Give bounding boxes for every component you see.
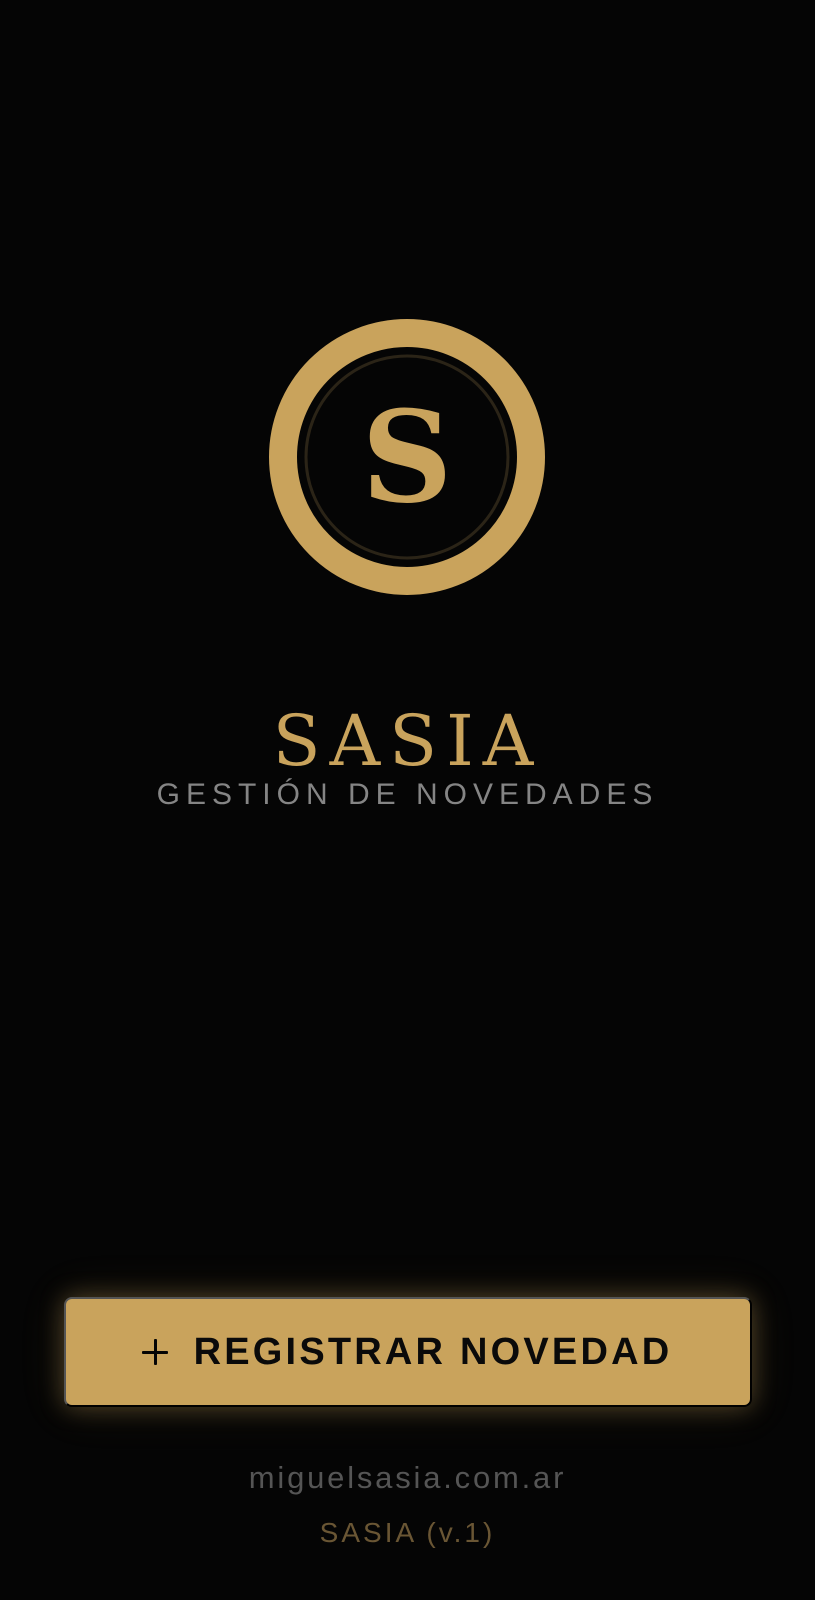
register-news-button-label: REGISTRAR NOVEDAD <box>193 1331 673 1373</box>
footer-domain: miguelsasia.com.ar <box>248 1460 567 1495</box>
brand-subtitle: GESTIÓN DE NOVEDADES <box>156 778 659 811</box>
circle-monogram-s-icon: S <box>269 319 545 595</box>
register-news-button[interactable]: REGISTRAR NOVEDAD <box>64 1297 752 1407</box>
brand-title: SASIA <box>272 699 543 782</box>
splash-screen: S SASIA GESTIÓN DE NOVEDADES REGISTRAR N… <box>0 0 815 1600</box>
sasia-logo: S <box>268 318 546 596</box>
logo-letter: S <box>362 383 453 531</box>
plus-icon <box>141 1339 168 1365</box>
footer-version: SASIA (v.1) <box>319 1517 496 1548</box>
